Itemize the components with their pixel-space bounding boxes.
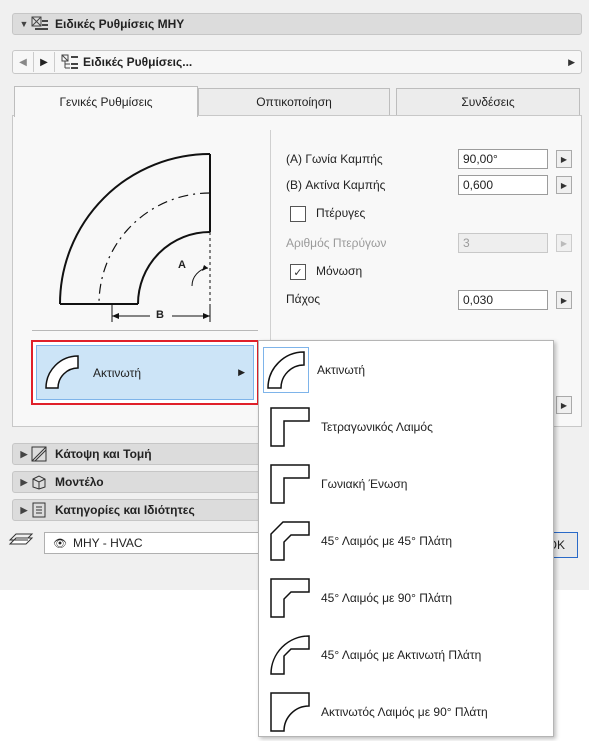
flanges-checkbox[interactable]: [290, 206, 306, 222]
dropdown-item-45-throat-radial-heel[interactable]: 45° Λαιμός με Ακτινωτή Πλάτη: [259, 626, 551, 684]
section-label: Κάτοψη και Τομή: [55, 447, 152, 461]
radial-elbow-icon: [43, 353, 83, 393]
radius-label: (B) Ακτίνα Καμπής: [286, 178, 386, 192]
45-45-elbow-icon: [267, 518, 313, 564]
tab-connections[interactable]: Συνδέσεις: [396, 88, 580, 115]
navigator-expand-icon[interactable]: ▶: [568, 57, 575, 68]
dropdown-item-label: Ακτινωτός Λαιμός με 90° Πλάτη: [321, 705, 488, 719]
section-title: Ειδικές Ρυθμίσεις ΜΗΥ: [55, 17, 185, 31]
navigator-title: Ειδικές Ρυθμίσεις...: [83, 55, 193, 69]
layer-settings-icon[interactable]: [6, 530, 34, 552]
flanges-label: Πτέρυγες: [316, 206, 366, 220]
thickness-input[interactable]: 0,030: [458, 290, 548, 310]
dropdown-item-mitered[interactable]: Γωνιακή Ένωση: [259, 455, 551, 513]
submenu-arrow-icon: ▶: [238, 367, 245, 377]
angle-label-a: A: [178, 259, 186, 271]
thickness-label: Πάχος: [286, 292, 321, 306]
radial-elbow-icon: [263, 347, 309, 393]
layer-selector[interactable]: 👁 ΜΗΥ - HVAC: [44, 532, 266, 554]
angle-label: (A) Γωνία Καμπής: [286, 152, 383, 166]
section-label: Κατηγορίες και Ιδιότητες: [55, 503, 195, 517]
eye-icon: 👁: [53, 537, 67, 550]
flange-count-arrow-button[interactable]: ▶: [556, 234, 572, 252]
floor-plan-icon: [31, 446, 47, 462]
settings-tree-icon: [61, 54, 79, 70]
back-button[interactable]: ◀: [13, 52, 34, 72]
collapse-arrow-icon[interactable]: ▼: [17, 19, 31, 29]
dropdown-item-label: Τετραγωνικός Λαιμός: [321, 420, 433, 434]
mep-settings-icon: [31, 16, 49, 32]
flange-count-label: Αριθμός Πτερύγων: [286, 236, 387, 250]
properties-list-icon: [31, 502, 47, 518]
radius-label-b: B: [156, 309, 164, 321]
dropdown-item-label: 45° Λαιμός με 45° Πλάτη: [321, 534, 453, 548]
forward-button[interactable]: ▶: [34, 52, 55, 72]
section-label: Μοντέλο: [55, 475, 104, 489]
elbow-type-selector[interactable]: Ακτινωτή ▶: [36, 345, 254, 400]
thickness-arrow-button[interactable]: ▶: [556, 291, 572, 309]
mitered-elbow-icon: [267, 461, 313, 507]
elbow-preview: A B: [32, 128, 260, 326]
dropdown-item-label: Γωνιακή Ένωση: [321, 477, 408, 491]
radial-90-elbow-icon: [267, 689, 313, 735]
radius-input[interactable]: 0,600: [458, 175, 548, 195]
radius-arrow-button[interactable]: ▶: [556, 176, 572, 194]
expand-arrow-icon[interactable]: ▶: [17, 477, 31, 488]
angle-arrow-button[interactable]: ▶: [556, 150, 572, 168]
flange-count-input[interactable]: 3: [458, 233, 548, 253]
dropdown-item-label: Ακτινωτή: [317, 363, 366, 377]
tab-visualization[interactable]: Οπτικοποίηση: [198, 88, 390, 115]
dropdown-item-label: 45° Λαιμός με 90° Πλάτη: [321, 591, 453, 605]
dropdown-item-label: 45° Λαιμός με Ακτινωτή Πλάτη: [321, 648, 482, 662]
dropdown-item-radial[interactable]: Ακτινωτή: [259, 341, 551, 399]
hidden-field-arrow-button[interactable]: ▶: [556, 396, 572, 414]
dropdown-item-45-throat-45-heel[interactable]: 45° Λαιμός με 45° Πλάτη: [259, 512, 551, 570]
45-radial-elbow-icon: [267, 632, 313, 678]
divider: [270, 130, 271, 340]
layer-label: ΜΗΥ - HVAC: [72, 536, 143, 550]
expand-arrow-icon[interactable]: ▶: [17, 449, 31, 460]
dropdown-item-radial-throat-90-heel[interactable]: Ακτινωτός Λαιμός με 90° Πλάτη: [259, 683, 551, 741]
section-header-mep-settings[interactable]: ▼ Ειδικές Ρυθμίσεις ΜΗΥ: [12, 13, 582, 35]
tab-general-settings[interactable]: Γενικές Ρυθμίσεις: [14, 86, 198, 117]
elbow-type-dropdown: Ακτινωτή Τετραγωνικός Λαιμός Γωνιακή Ένω…: [258, 340, 554, 737]
insulation-label: Μόνωση: [316, 264, 363, 278]
dropdown-item-45-throat-90-heel[interactable]: 45° Λαιμός με 90° Πλάτη: [259, 569, 551, 627]
dropdown-item-square-throat[interactable]: Τετραγωνικός Λαιμός: [259, 398, 551, 456]
tab-label: Συνδέσεις: [461, 95, 515, 109]
expand-arrow-icon[interactable]: ▶: [17, 505, 31, 516]
angle-input[interactable]: 90,00°: [458, 149, 548, 169]
settings-navigator: ◀ ▶ Ειδικές Ρυθμίσεις... ▶: [12, 50, 582, 74]
divider: [32, 330, 258, 331]
tab-label: Γενικές Ρυθμίσεις: [59, 95, 153, 109]
insulation-checkbox[interactable]: ✓: [290, 264, 306, 280]
model-cube-icon: [31, 474, 47, 490]
square-throat-elbow-icon: [267, 404, 313, 450]
elbow-type-label: Ακτινωτή: [93, 365, 142, 380]
45-90-elbow-icon: [267, 575, 313, 621]
tab-label: Οπτικοποίηση: [256, 95, 332, 109]
